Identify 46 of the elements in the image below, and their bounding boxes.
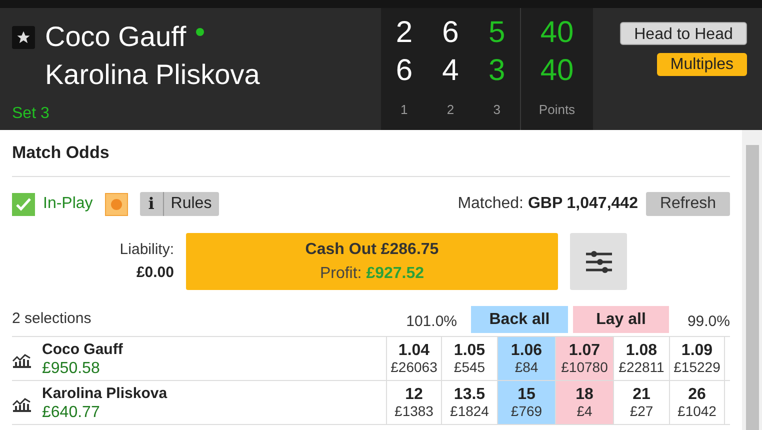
lay-price-cell[interactable]: 18 £4: [555, 381, 613, 424]
lay-price-cell[interactable]: 1.09 £15229: [669, 337, 725, 380]
runner-profit: £950.58: [42, 358, 101, 378]
lay-all-button[interactable]: Lay all: [573, 306, 669, 333]
back-overround: 101.0%: [405, 312, 458, 332]
set-score: 6: [396, 53, 412, 89]
head-to-head-button[interactable]: Head to Head: [620, 22, 747, 45]
lay-overround: 99.0%: [686, 312, 730, 332]
point-score: 40: [540, 53, 574, 89]
market-title: Match Odds: [12, 143, 110, 162]
back-price-cell[interactable]: 1.06 £84: [497, 337, 555, 380]
player-name: Karolina Pliskova: [45, 58, 260, 92]
point-score: 40: [540, 15, 574, 51]
back-price-cell[interactable]: 15 £769: [497, 381, 555, 424]
set-score: 2: [396, 15, 412, 51]
set-score: 6: [442, 15, 459, 51]
in-play-checkbox[interactable]: [12, 192, 35, 216]
checkmark-icon: [15, 196, 32, 212]
sliders-icon: [584, 250, 612, 274]
settings-button[interactable]: [570, 233, 627, 290]
set-label: Set 3: [12, 104, 50, 124]
rules-button[interactable]: i Rules: [140, 192, 219, 216]
player-name: Coco Gauff: [45, 20, 186, 54]
multiples-button[interactable]: Multiples: [657, 53, 747, 76]
lay-price-cell[interactable]: 26 £1042: [669, 381, 725, 424]
set-score: 3: [488, 53, 506, 89]
runner-name: Coco Gauff: [42, 340, 123, 358]
scrollbar[interactable]: [742, 130, 762, 430]
set-score: 5: [488, 15, 506, 51]
points-label: Points: [538, 101, 576, 119]
liability-label: Liability:: [120, 240, 174, 260]
set-number: 2: [446, 101, 454, 119]
selections-count: 2 selections: [12, 308, 92, 329]
cash-out-button[interactable]: Cash Out £286.75 Profit: £927.52: [186, 233, 558, 290]
set-number: 3: [493, 101, 500, 119]
liability-value: £0.00: [136, 262, 174, 282]
runner-name: Karolina Pliskova: [42, 384, 168, 402]
in-play-label: In-Play: [43, 194, 93, 214]
set-number: 1: [400, 101, 408, 119]
back-all-button[interactable]: Back all: [471, 306, 568, 333]
live-indicator-icon: [104, 192, 128, 216]
matched-amount: Matched: GBP 1,047,442: [458, 194, 638, 214]
refresh-button[interactable]: Refresh: [646, 192, 730, 216]
set-score: 4: [442, 53, 459, 89]
lay-price-cell[interactable]: 1.07 £10780: [555, 337, 613, 380]
runner-profit: £640.77: [42, 402, 101, 422]
